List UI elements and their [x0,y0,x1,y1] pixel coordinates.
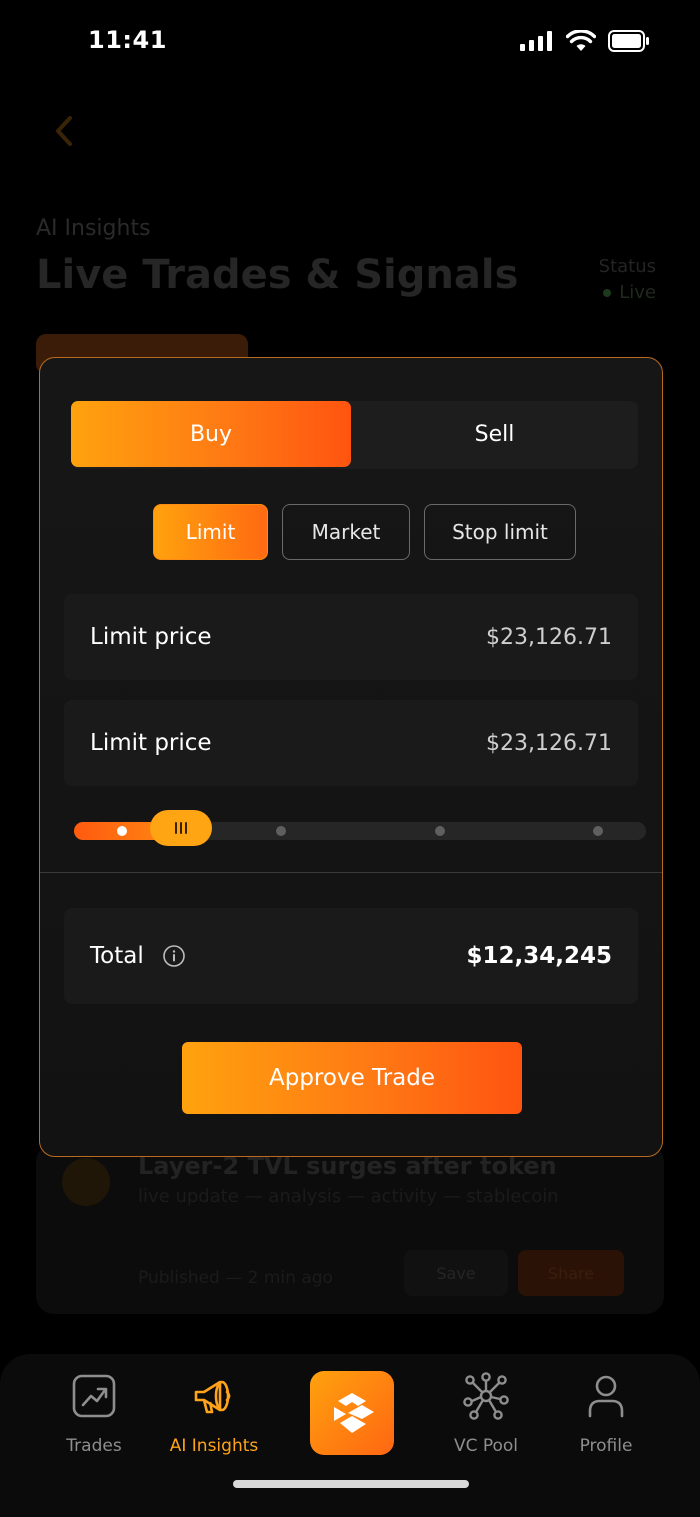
megaphone-icon [188,1370,240,1422]
card-share-button: Share [518,1250,624,1296]
status-label: Status [598,256,656,277]
status-time: 11:41 [88,26,167,54]
slider-thumb[interactable] [150,810,212,846]
total-left: Total [90,943,186,969]
slider-step-dot[interactable] [276,826,286,836]
card-avatar [62,1158,110,1206]
status-value-text: Live [619,282,656,303]
total-value: $12,34,245 [466,943,612,969]
slider-step-dot[interactable] [435,826,445,836]
slider-step-dot[interactable] [593,826,603,836]
order-type-market[interactable]: Market [282,504,410,560]
card-save-button: Save [404,1250,508,1296]
sell-button[interactable]: Sell [351,401,638,467]
tab-bar: Trades AI Insights VC Pool Profile [0,1354,700,1517]
slider-step-dot[interactable] [117,826,127,836]
user-icon [580,1370,632,1422]
tab-label: Trades [66,1436,122,1456]
order-type-tabs: Limit Market Stop limit [153,504,576,560]
field-value[interactable]: $23,126.71 [486,731,612,756]
field-label: Limit price [90,624,212,650]
back-arrow-icon [56,116,72,146]
logo-icon [334,1393,374,1433]
field-value[interactable]: $23,126.71 [486,625,612,650]
order-type-stop-limit[interactable]: Stop limit [424,504,576,560]
cellular-signal-icon [520,31,552,51]
total-label: Total [90,943,144,969]
status-icons [520,30,650,52]
battery-icon [608,30,649,52]
limit-price-field-2[interactable]: Limit price $23,126.71 [64,700,638,786]
limit-price-field[interactable]: Limit price $23,126.71 [64,594,638,680]
divider [40,872,662,873]
home-logo-button[interactable] [310,1371,394,1455]
status-bar: 11:41 [0,0,700,84]
grip-line [175,822,177,834]
tab-label: VC Pool [453,1436,519,1456]
home-indicator [233,1480,469,1488]
tab-profile[interactable]: Profile [546,1370,666,1456]
field-label: Limit price [90,730,212,756]
buy-button[interactable]: Buy [71,401,351,467]
page-title: Live Trades & Signals [36,252,519,298]
tab-ai-insights[interactable]: AI Insights [154,1370,274,1456]
tab-label: Profile [579,1436,633,1456]
order-type-limit[interactable]: Limit [153,504,268,560]
trade-modal: Buy Sell Limit Market Stop limit Limit p… [39,357,663,1157]
card-subtitle: live update — analysis — activity — stab… [138,1186,559,1207]
tab-trades[interactable]: Trades [34,1370,154,1456]
wifi-icon [566,30,596,51]
page-eyebrow: AI Insights [36,216,151,241]
tab-vc-pool[interactable]: VC Pool [426,1370,546,1456]
amount-slider[interactable] [74,810,646,852]
approve-trade-button[interactable]: Approve Trade [182,1042,522,1114]
total-row: Total $12,34,245 [64,908,638,1004]
status-value: Live [603,282,656,303]
network-icon [460,1370,512,1422]
grip-line [185,822,187,834]
chart-trend-icon [68,1370,120,1422]
live-dot-icon [603,289,612,297]
info-icon[interactable] [162,944,186,968]
tab-label: AI Insights [169,1436,259,1456]
card-meta: Published — 2 min ago [138,1268,333,1288]
grip-line [180,822,182,834]
buy-sell-toggle: Buy Sell [71,401,638,469]
